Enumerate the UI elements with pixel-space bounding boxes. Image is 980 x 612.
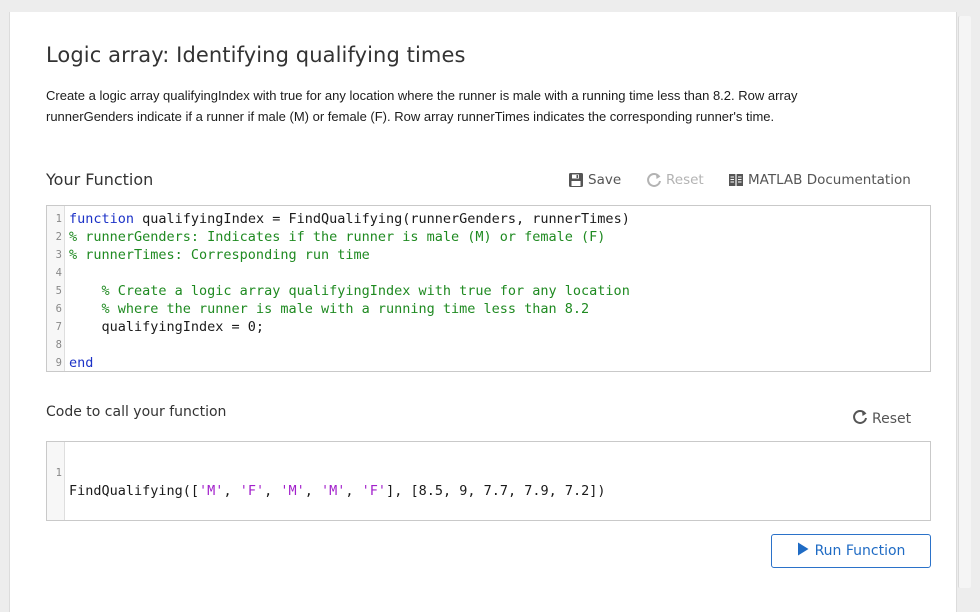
call-code-text: FindQualifying(['M', 'F', 'M', 'M', 'F']… xyxy=(69,482,606,500)
description-line-1: Create a logic array qualifyingIndex wit… xyxy=(46,88,798,103)
play-icon xyxy=(797,542,809,560)
save-icon xyxy=(568,172,584,188)
string-token: 'F' xyxy=(239,483,265,499)
comment-token: % Create a logic array qualifyingIndex w… xyxy=(101,283,630,299)
reset-call-label: Reset xyxy=(872,411,912,427)
string-token: 'F' xyxy=(361,483,387,499)
code-token: ], [8.5, 9, 7.7, 7.9, 7.2]) xyxy=(386,483,606,499)
function-toolbar: Save Reset MATLAB Documentation xyxy=(566,172,916,194)
line-number: 4 xyxy=(55,267,62,279)
reset-icon xyxy=(852,409,868,429)
code-text: % where the runner is male with a runnin… xyxy=(69,300,590,318)
save-button[interactable]: Save xyxy=(568,172,621,188)
comment-token: % runnerGenders: Indicates if the runner… xyxy=(69,229,606,245)
code-text: % runnerGenders: Indicates if the runner… xyxy=(69,228,605,246)
problem-description: Create a logic array qualifyingIndex wit… xyxy=(46,86,906,127)
book-icon xyxy=(728,172,744,188)
string-token: 'M' xyxy=(199,483,224,499)
reset-label: Reset xyxy=(666,172,704,188)
reset-call-button[interactable]: Reset xyxy=(852,409,911,429)
code-token: , xyxy=(264,483,281,499)
keyword-token: function xyxy=(69,211,135,227)
line-number: 2 xyxy=(55,231,62,243)
line-number: 1 xyxy=(55,213,62,225)
code-token: qualifyingIndex = FindQualifying(runnerG… xyxy=(134,211,630,227)
reset-function-button[interactable]: Reset xyxy=(646,172,704,188)
description-line-2: runnerGenders indicate if a runner if ma… xyxy=(46,108,775,124)
code-token: FindQualifying([ xyxy=(69,483,200,499)
code-token: , xyxy=(304,483,322,499)
code-line: 1 FindQualifying(['M', 'F', 'M', 'M', 'F… xyxy=(47,446,606,499)
page-scrollbar[interactable] xyxy=(958,16,971,588)
call-code-editor[interactable]: 1 FindQualifying(['M', 'F', 'M', 'M', 'F… xyxy=(46,441,931,521)
code-text: % runnerTimes: Corresponding run time xyxy=(69,246,370,264)
code-token: , xyxy=(345,483,362,499)
line-number: 9 xyxy=(55,357,62,369)
code-token: qualifyingIndex = 0; xyxy=(69,319,265,335)
code-text: end xyxy=(69,354,94,371)
comment-token: % runnerTimes: Corresponding run time xyxy=(69,247,370,263)
line-number: 5 xyxy=(55,285,62,297)
string-token: 'M' xyxy=(321,483,346,499)
code-text: % Create a logic array qualifyingIndex w… xyxy=(69,282,630,300)
save-label: Save xyxy=(588,172,622,188)
run-function-label: Run Function xyxy=(814,543,906,559)
run-function-button[interactable]: Run Function xyxy=(771,534,931,568)
line-number: 7 xyxy=(55,321,62,333)
string-token: 'M' xyxy=(280,483,305,499)
page-title: Logic array: Identifying qualifying time… xyxy=(46,43,466,67)
call-function-heading: Code to call your function xyxy=(46,404,227,420)
keyword-token: end xyxy=(69,355,94,371)
your-function-heading: Your Function xyxy=(46,170,154,189)
reset-icon xyxy=(646,172,662,188)
code-text: function qualifyingIndex = FindQualifyin… xyxy=(69,210,630,228)
line-number: 1 xyxy=(55,467,62,479)
comment-token: % where the runner is male with a runnin… xyxy=(101,301,590,317)
line-number: 3 xyxy=(55,249,62,261)
line-number: 8 xyxy=(55,339,62,351)
code-text: qualifyingIndex = 0; xyxy=(69,318,265,336)
function-code-editor[interactable]: 1 function qualifyingIndex = FindQualifyi… xyxy=(46,205,931,372)
code-token: , xyxy=(223,483,240,499)
documentation-label: MATLAB Documentation xyxy=(748,172,911,188)
matlab-documentation-link[interactable]: MATLAB Documentation xyxy=(728,172,911,188)
line-number: 6 xyxy=(55,303,62,315)
